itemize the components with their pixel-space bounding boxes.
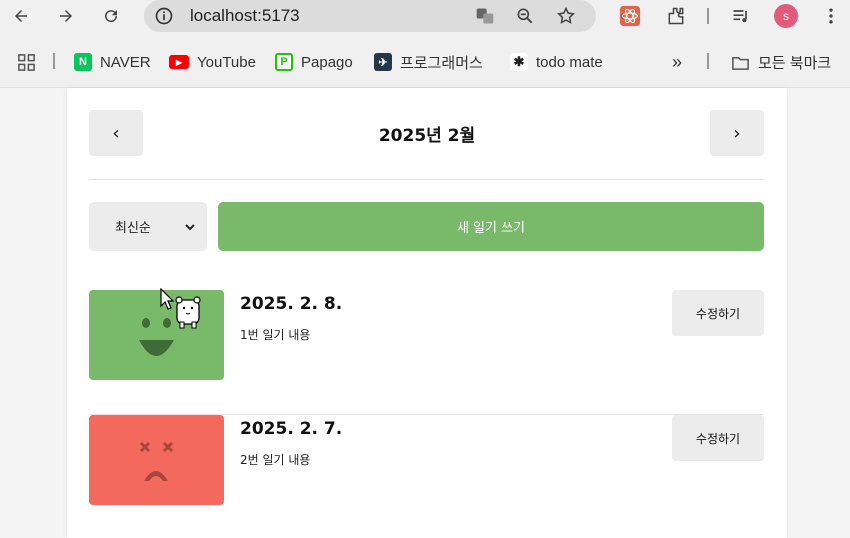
forward-arrow-icon (60, 10, 72, 22)
more-bookmarks-button[interactable]: » (672, 52, 682, 72)
new-diary-button[interactable]: 새 일기 쓰기 (218, 202, 764, 251)
bookmark-label: Papago (301, 53, 353, 71)
page-background: ‹ 2025년 2월 › 최신순 새 일기 쓰기 2025. 2. 8. 1번 … (0, 88, 850, 538)
bookmarks-divider (707, 53, 709, 69)
extensions-icon[interactable] (664, 4, 688, 28)
apps-grid-icon[interactable] (17, 52, 36, 72)
edit-button[interactable]: 수정하기 (672, 290, 764, 336)
naver-icon: N (74, 53, 92, 71)
bookmark-label: NAVER (100, 53, 151, 71)
url-text[interactable]: localhost:5173 (190, 6, 300, 26)
bookmark-naver[interactable]: N NAVER (74, 52, 151, 72)
all-bookmarks-label: 모든 북마크 (758, 54, 832, 72)
bookmark-label: 프로그래머스 (400, 54, 483, 72)
bookmark-todo-mate[interactable]: ✱ todo mate (510, 52, 603, 72)
media-control-icon[interactable] (729, 4, 753, 28)
more-menu-icon[interactable] (819, 4, 843, 28)
diary-item: 2025. 2. 7. 2번 일기 내용 수정하기 (89, 415, 764, 538)
bookmark-youtube[interactable]: ▶ YouTube (169, 52, 256, 72)
bookmark-papago[interactable]: P Papago (275, 52, 353, 72)
back-arrow-icon (15, 10, 27, 22)
month-title: 2025년 2월 (378, 126, 476, 146)
mouse-cursor-icon (160, 288, 201, 329)
edit-button[interactable]: 수정하기 (672, 415, 764, 461)
bookmark-programmers[interactable]: ✈ 프로그래머스 (374, 52, 483, 72)
profile-avatar[interactable]: s (774, 4, 798, 28)
todo-mate-icon: ✱ (510, 53, 528, 71)
reload-button[interactable] (99, 4, 123, 28)
bookmark-label: YouTube (197, 53, 256, 71)
diary-content[interactable]: 1번 일기 내용 (240, 326, 310, 343)
zoom-icon[interactable] (514, 5, 536, 27)
diary-date: 2025. 2. 8. (240, 294, 343, 314)
header-divider (89, 179, 764, 180)
translate-icon[interactable] (474, 5, 496, 27)
all-bookmarks-folder[interactable]: 모든 북마크 (731, 52, 831, 72)
diary-date: 2025. 2. 7. (240, 419, 343, 439)
forward-button[interactable] (54, 4, 78, 28)
emotion-image[interactable] (89, 415, 224, 505)
chevron-down-icon (185, 223, 195, 230)
reload-icon (105, 10, 118, 23)
sort-select[interactable]: 최신순 (89, 202, 207, 251)
bookmarks-bar: N NAVER ▶ YouTube P Papago ✈ 프로그래머스 ✱ to… (0, 33, 850, 88)
site-info-icon[interactable] (154, 6, 174, 26)
bookmarks-divider (53, 53, 55, 69)
bookmark-star-icon[interactable] (555, 5, 577, 27)
browser-toolbar: localhost:5173 s (0, 0, 850, 33)
sort-value: 최신순 (115, 221, 151, 236)
toolbar-divider (707, 8, 709, 24)
back-button[interactable] (9, 4, 33, 28)
folder-icon (732, 56, 749, 70)
papago-icon: P (275, 53, 293, 71)
next-month-button[interactable]: › (710, 110, 764, 156)
react-devtools-icon[interactable] (618, 4, 642, 28)
bookmark-label: todo mate (536, 53, 603, 71)
youtube-icon: ▶ (169, 55, 189, 69)
programmers-icon: ✈ (374, 53, 392, 71)
diary-content[interactable]: 2번 일기 내용 (240, 451, 310, 468)
address-bar[interactable]: localhost:5173 (144, 0, 596, 32)
angry-face-icon (139, 441, 174, 481)
